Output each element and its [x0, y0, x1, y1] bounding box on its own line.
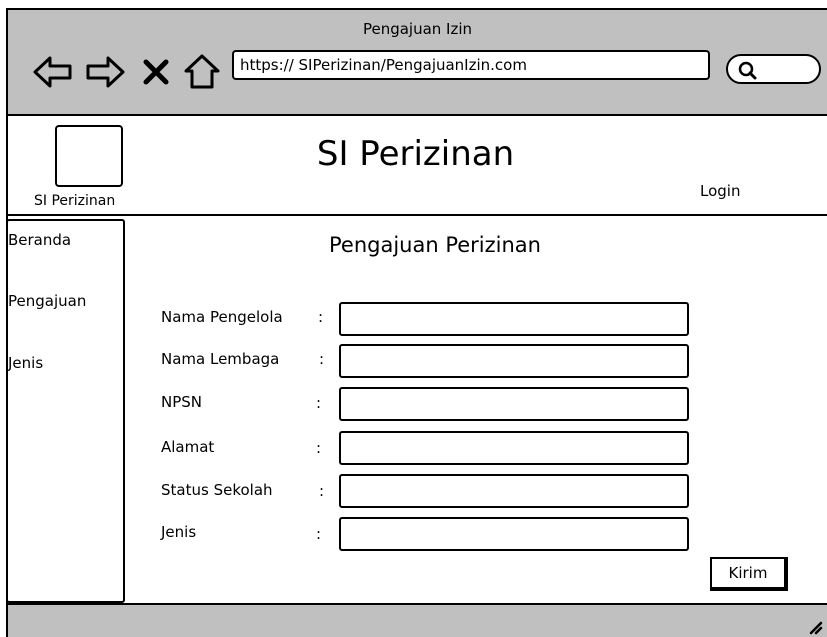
login-link[interactable]: Login: [700, 182, 740, 200]
field-colon: :: [316, 394, 322, 412]
sidebar-item-beranda[interactable]: Beranda: [8, 231, 71, 249]
browser-status-bar: [6, 603, 827, 637]
forward-arrow-icon[interactable]: [84, 53, 126, 91]
field-label-jenis: Jenis: [161, 523, 197, 541]
nama-lembaga-field[interactable]: [339, 344, 689, 378]
field-colon: :: [318, 308, 324, 326]
site-header: SI Perizinan SI Perizinan Login: [6, 116, 827, 216]
field-colon: :: [319, 482, 325, 500]
kirim-button[interactable]: Kirim: [710, 557, 788, 591]
alamat-field[interactable]: [339, 431, 689, 465]
field-label-npsn: NPSN: [161, 393, 203, 411]
browser-toolbar: Pengajuan Izin https:// SIPerizinan/Peng…: [6, 8, 827, 116]
status-sekolah-field[interactable]: [339, 474, 689, 508]
back-arrow-icon[interactable]: [32, 53, 74, 91]
field-colon: :: [316, 525, 322, 543]
field-label-status-sekolah: Status Sekolah: [161, 481, 273, 499]
nama-pengelola-field[interactable]: [339, 302, 689, 336]
field-label-alamat: Alamat: [161, 438, 215, 456]
window-title: Pengajuan Izin: [362, 20, 473, 38]
resize-handle-icon[interactable]: [805, 617, 823, 635]
search-field[interactable]: [726, 54, 821, 84]
site-title: SI Perizinan: [316, 134, 515, 174]
field-label-nama-lembaga: Nama Lembaga: [161, 350, 280, 368]
home-icon[interactable]: [182, 52, 222, 90]
npsn-field[interactable]: [339, 387, 689, 421]
sidebar-item-jenis[interactable]: Jenis: [8, 354, 43, 372]
close-x-icon[interactable]: [142, 58, 170, 86]
field-colon: :: [319, 350, 325, 368]
sidebar-item-pengajuan[interactable]: Pengajuan: [8, 292, 86, 310]
field-label-nama-pengelola: Nama Pengelola: [161, 308, 283, 326]
search-icon: [738, 61, 757, 80]
url-bar[interactable]: https:// SIPerizinan/PengajuanIzin.com: [232, 50, 710, 80]
sidebar: Beranda Pengajuan Jenis: [6, 219, 125, 603]
page-title: Pengajuan Perizinan: [329, 233, 541, 257]
logo-caption: SI Perizinan: [34, 193, 116, 209]
jenis-field[interactable]: [339, 517, 689, 551]
field-colon: :: [316, 439, 322, 457]
